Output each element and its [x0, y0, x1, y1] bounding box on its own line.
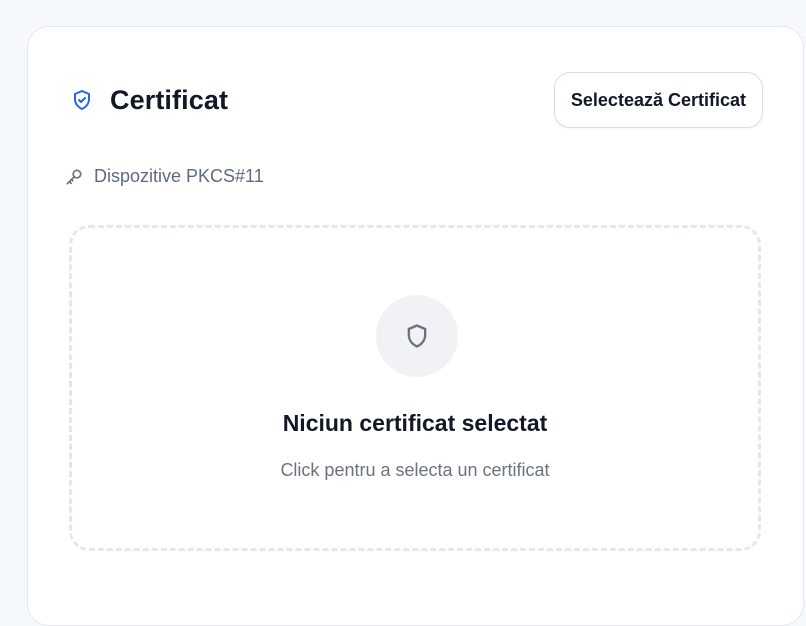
- shield-check-icon: [70, 88, 94, 112]
- device-text: Dispozitive PKCS#11: [94, 166, 264, 186]
- empty-state-subtitle: Click pentru a selecta un certificat: [280, 460, 550, 480]
- device-list-label: Dispozitive PKCS#11: [64, 166, 264, 187]
- empty-state-title: Niciun certificat selectat: [282, 410, 548, 436]
- certificate-card: Certificat Selectează Certificat Dispozi…: [27, 26, 804, 626]
- title-group: Certificat: [70, 85, 228, 116]
- certificate-dropzone[interactable]: Niciun certificat selectat Click pentru …: [69, 225, 761, 551]
- shield-icon: [376, 295, 458, 377]
- card-header: Certificat Selectează Certificat: [70, 71, 763, 129]
- key-icon: [64, 167, 84, 187]
- select-certificate-button[interactable]: Selectează Certificat: [553, 72, 763, 128]
- page-title: Certificat: [110, 84, 229, 115]
